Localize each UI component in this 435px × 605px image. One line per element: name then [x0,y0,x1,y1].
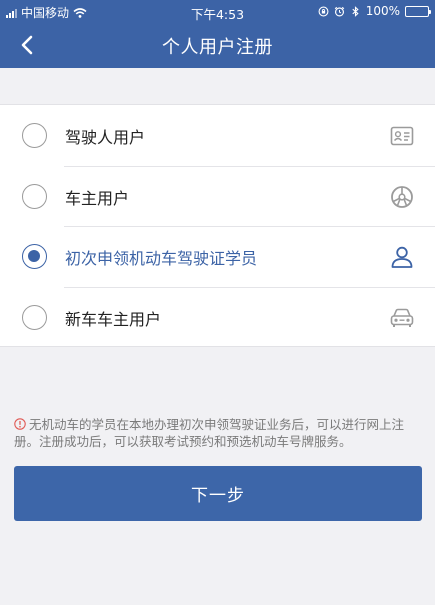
battery-percent: 100% [365,4,400,18]
info-warning-icon [14,418,26,430]
option-label: 驾驶人用户 [65,128,146,147]
option-learner[interactable]: 初次申领机动车驾驶证学员 [0,226,435,287]
bluetooth-icon [352,5,359,17]
option-label: 车主用户 [65,188,130,208]
radio-button-checked[interactable] [22,244,47,269]
notice-text: 无机动车的学员在本地办理初次申领驾驶证业务后，可以进行网上注册。注册成功后，可以… [14,417,405,449]
person-icon [391,246,413,268]
user-type-list: 驾驶人用户 车主用户 初次申领机动车驾驶证学员 新车车主用户 [0,104,435,347]
option-owner[interactable]: 车主用户 [0,165,435,227]
battery-icon [405,5,431,17]
option-label: 初次申领机动车驾驶证学员 [65,249,258,268]
app-header: 中国移动 下午4:53 100% 个人用户注册 [0,0,435,68]
option-label: 新车车主用户 [65,309,162,329]
registration-notice: 无机动车的学员在本地办理初次申领驾驶证业务后，可以进行网上注册。注册成功后，可以… [14,416,422,450]
alarm-icon [334,6,344,16]
radio-button[interactable] [22,183,47,209]
option-driver[interactable]: 驾驶人用户 [0,105,435,166]
radio-button[interactable] [22,304,47,330]
nav-bar: 个人用户注册 [0,22,435,68]
rotation-lock-icon [318,6,329,16]
page-title: 个人用户注册 [162,37,273,58]
next-step-button[interactable]: 下一步 [14,466,422,521]
steering-wheel-icon [391,185,413,208]
option-new-car-owner[interactable]: 新车车主用户 [0,286,435,348]
status-bar: 中国移动 下午4:53 100% [0,0,435,22]
license-card-icon [390,126,414,146]
car-front-icon [390,308,414,327]
status-right: 100% [318,4,431,18]
radio-button[interactable] [22,123,47,148]
